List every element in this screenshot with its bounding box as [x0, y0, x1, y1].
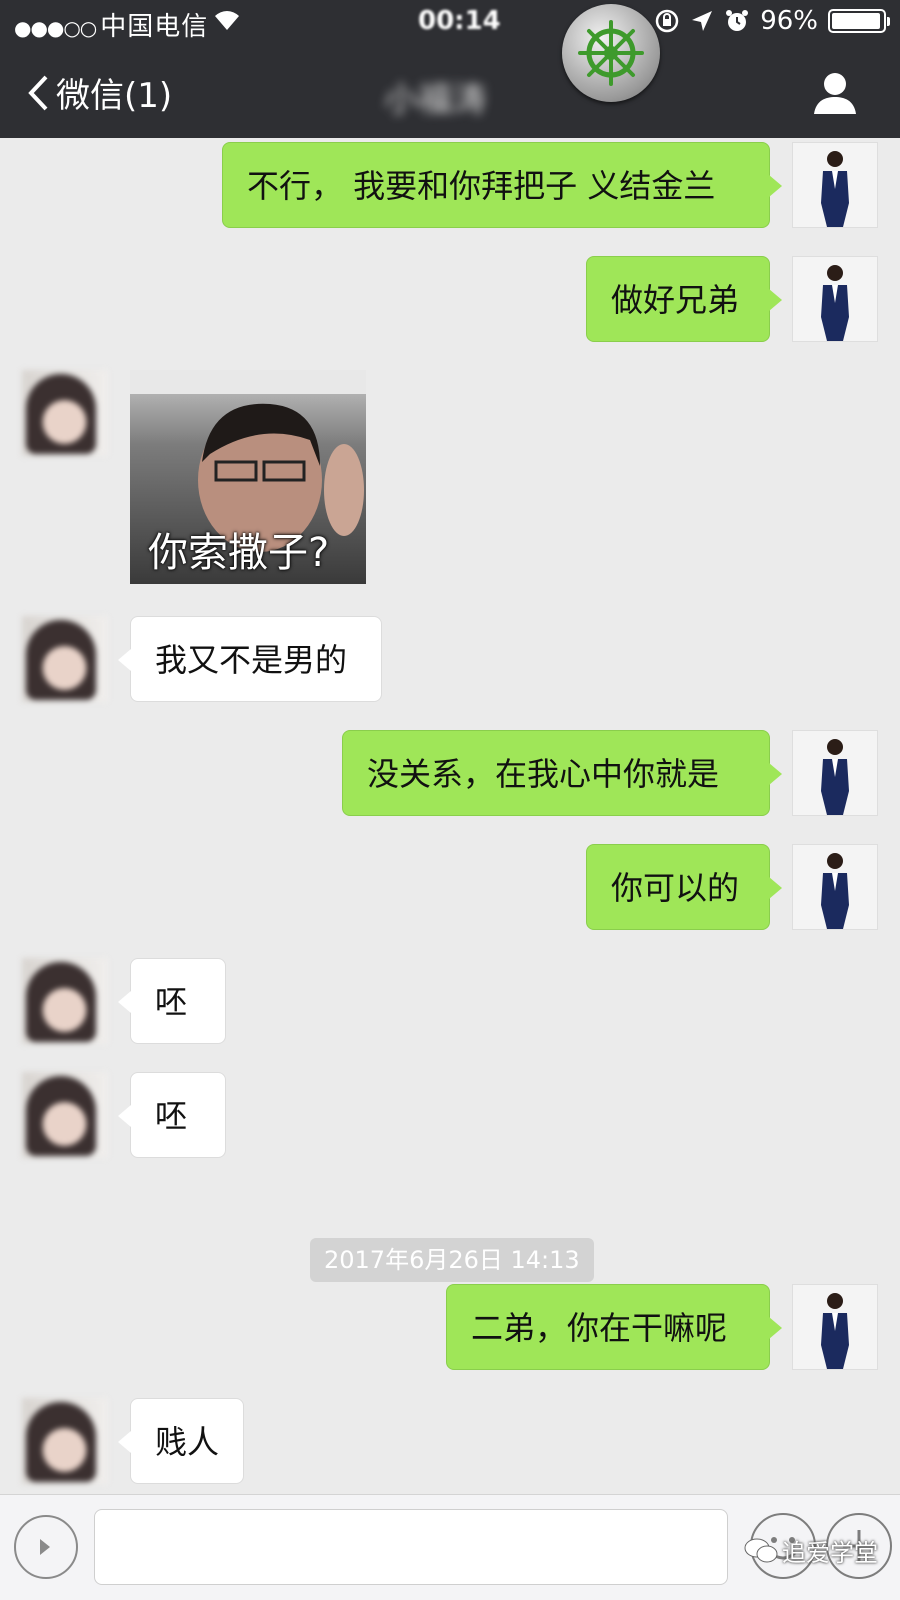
back-label: 微信(1) — [56, 76, 173, 116]
chevron-left-icon — [28, 75, 48, 110]
received-message: 贱人 — [0, 1398, 900, 1484]
wechat-logo-icon — [744, 1538, 778, 1562]
top-bar: ●●●○○ 中国电信 00:14 96% 微信(1) 小福涛 — [0, 0, 900, 138]
message-bubble[interactable]: 呸 — [118, 958, 226, 1044]
message-bubble[interactable]: 呸 — [118, 1072, 226, 1158]
my-avatar[interactable] — [792, 730, 878, 816]
contact-avatar[interactable] — [22, 958, 108, 1044]
contact-avatar[interactable] — [22, 1072, 108, 1158]
battery-icon — [828, 9, 890, 33]
voice-button[interactable] — [14, 1515, 78, 1579]
battery-percent: 96% — [760, 6, 818, 36]
my-avatar[interactable] — [792, 844, 878, 930]
message-input[interactable] — [94, 1509, 728, 1585]
message-bubble[interactable]: 贱人 — [118, 1398, 244, 1484]
carrier-name: 中国电信 — [100, 12, 209, 42]
chat-messages[interactable]: 不行， 我要和你拜把子 义结金兰做好兄弟你索撒子? 我又不是男的没关系，在我心中你… — [0, 138, 900, 1500]
message-bubble[interactable]: 不行， 我要和你拜把子 义结金兰 — [222, 142, 782, 228]
watermark-text: 追爱学堂 — [782, 1539, 878, 1567]
wifi-icon — [212, 6, 242, 39]
voice-icon — [40, 1539, 50, 1555]
my-avatar[interactable] — [792, 1284, 878, 1370]
received-message: 你索撒子? — [0, 370, 900, 600]
watermark: 追爱学堂 — [744, 1533, 878, 1568]
message-bubble[interactable]: 没关系，在我心中你就是 — [342, 730, 782, 816]
chat-info-button[interactable] — [812, 70, 858, 116]
message-bubble[interactable]: 我又不是男的 — [118, 616, 382, 702]
signal-strength-icon: ●●●○○ — [14, 16, 97, 40]
rotation-lock-icon — [655, 9, 679, 33]
contact-avatar[interactable] — [22, 370, 108, 456]
sticker-image[interactable]: 你索撒子? — [130, 370, 366, 584]
received-message: 呸 — [0, 958, 900, 1044]
received-message: 我又不是男的 — [0, 616, 900, 702]
contact-avatar[interactable] — [22, 616, 108, 702]
status-time: 00:14 — [418, 6, 501, 36]
sent-message: 二弟，你在干嘛呢 — [0, 1284, 900, 1370]
my-avatar[interactable] — [792, 142, 878, 228]
received-message: 呸 — [0, 1072, 900, 1158]
nav-row: 微信(1) 小福涛 — [0, 60, 900, 138]
my-avatar[interactable] — [792, 256, 878, 342]
battery-level — [832, 13, 880, 29]
sent-message: 你可以的 — [0, 844, 900, 930]
sent-message: 没关系，在我心中你就是 — [0, 730, 900, 816]
location-arrow-icon — [692, 11, 713, 31]
sent-message: 不行， 我要和你拜把子 义结金兰 — [0, 142, 900, 228]
message-bubble[interactable]: 二弟，你在干嘛呢 — [446, 1284, 782, 1370]
carrier-info: ●●●○○ 中国电信 — [14, 6, 208, 43]
person-icon — [814, 73, 856, 114]
message-bubble[interactable]: 做好兄弟 — [586, 256, 782, 342]
input-bar: 追爱学堂 — [0, 1494, 900, 1600]
timestamp: 2017年6月26日 14:13 — [310, 1238, 594, 1282]
chat-title: 小福涛 — [384, 80, 486, 120]
sticker-caption: 你索撒子? — [148, 530, 330, 576]
status-bar: ●●●○○ 中国电信 00:14 96% — [0, 0, 900, 46]
alarm-clock-icon — [726, 10, 749, 31]
status-right-group: 96% — [654, 6, 890, 36]
contact-avatar[interactable] — [22, 1398, 108, 1484]
message-bubble[interactable]: 你可以的 — [586, 844, 782, 930]
back-button[interactable]: 微信(1) — [26, 68, 172, 117]
sent-message: 做好兄弟 — [0, 256, 900, 342]
